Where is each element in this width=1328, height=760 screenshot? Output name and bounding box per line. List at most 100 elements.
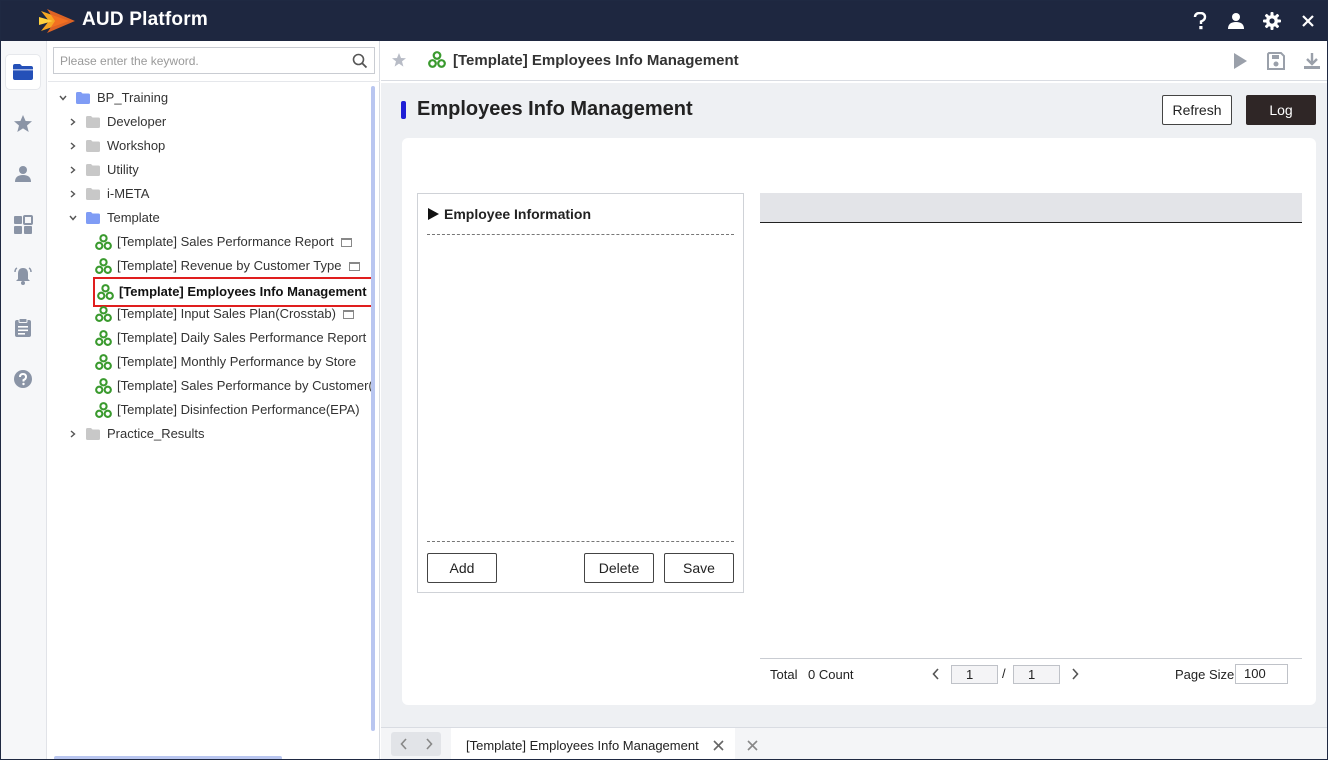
grid-header bbox=[760, 193, 1302, 223]
rail-dashboard-button[interactable] bbox=[6, 208, 40, 242]
tree-folder-workshop[interactable]: Workshop bbox=[68, 135, 165, 157]
tree-node-label: [Template] Disinfection Performance(EPA) bbox=[117, 402, 360, 417]
current-page-input[interactable]: 1 bbox=[951, 665, 998, 684]
chevron-right-icon[interactable] bbox=[68, 141, 78, 151]
tab-navigation bbox=[391, 732, 441, 756]
app-window: AUD Platform Please enter the keyword. B… bbox=[0, 0, 1328, 760]
tree-node-label: [Template] Revenue by Customer Type bbox=[117, 258, 342, 273]
close-icon[interactable] bbox=[1297, 10, 1319, 32]
content-header: [Template] Employees Info Management bbox=[381, 41, 1327, 81]
page-title: Employees Info Management bbox=[417, 98, 693, 120]
tree-folder-developer[interactable]: Developer bbox=[68, 111, 166, 133]
tree-node-label: [Template] Employees Info Management bbox=[119, 284, 367, 299]
tree-folder-utility[interactable]: Utility bbox=[68, 159, 139, 181]
triangle-right-icon bbox=[428, 208, 439, 220]
total-pages: 1 bbox=[1013, 665, 1060, 684]
chevron-right-icon[interactable] bbox=[68, 117, 78, 127]
search-box bbox=[53, 47, 375, 74]
top-icon-group bbox=[1189, 1, 1319, 41]
rail-tasks-button[interactable] bbox=[6, 311, 40, 345]
tree-folder-practice-results[interactable]: Practice_Results bbox=[68, 423, 205, 445]
tree-report-item[interactable]: [Template] Revenue by Customer Type bbox=[95, 255, 360, 277]
log-button[interactable]: Log bbox=[1246, 95, 1316, 125]
content-area: [Template] Employees Info Management Emp… bbox=[381, 41, 1327, 759]
vertical-scrollbar[interactable] bbox=[371, 86, 375, 731]
rail-user-button[interactable] bbox=[6, 157, 40, 191]
chevron-right-icon[interactable] bbox=[1067, 665, 1083, 683]
chevron-left-icon[interactable] bbox=[397, 737, 411, 751]
report-icon bbox=[95, 377, 112, 394]
rail-notifications-button[interactable] bbox=[6, 259, 40, 293]
folder-icon bbox=[86, 116, 100, 128]
bottom-tab-bar: [Template] Employees Info Management bbox=[381, 727, 1327, 759]
rail-folder-button[interactable] bbox=[6, 55, 40, 89]
total-count: 0 Count bbox=[808, 667, 854, 682]
rail-help-button[interactable] bbox=[6, 362, 40, 396]
tree-node-label: Template bbox=[107, 210, 160, 225]
download-icon[interactable] bbox=[1301, 50, 1323, 72]
divider bbox=[427, 541, 734, 542]
tree-report-item[interactable]: [Template] Disinfection Performance(EPA) bbox=[95, 399, 360, 421]
star-icon[interactable] bbox=[391, 52, 407, 68]
document-tab[interactable]: [Template] Employees Info Management bbox=[451, 728, 735, 759]
tree-report-item[interactable]: [Template] Daily Sales Performance Repor… bbox=[95, 327, 366, 349]
report-icon bbox=[95, 353, 112, 370]
tree-node-label: Developer bbox=[107, 114, 167, 129]
logo-icon bbox=[39, 9, 75, 33]
tree-folder-template[interactable]: Template bbox=[68, 207, 160, 229]
help-icon[interactable] bbox=[1189, 10, 1211, 32]
folder-icon bbox=[86, 428, 100, 440]
gear-icon[interactable] bbox=[1261, 10, 1283, 32]
refresh-button[interactable]: Refresh bbox=[1162, 95, 1232, 125]
explorer-divider bbox=[48, 81, 380, 82]
rail-favorites-button[interactable] bbox=[6, 107, 40, 141]
horizontal-scrollbar[interactable] bbox=[54, 756, 282, 759]
tree-folder-imeta[interactable]: i-META bbox=[68, 183, 149, 205]
chevron-down-icon[interactable] bbox=[68, 213, 78, 223]
chevron-down-icon[interactable] bbox=[58, 93, 68, 103]
report-tab-title: [Template] Employees Info Management bbox=[453, 52, 739, 69]
tree-node-label: [Template] Sales Performance Report bbox=[117, 234, 334, 249]
close-icon[interactable] bbox=[711, 738, 725, 752]
save-icon[interactable] bbox=[1265, 50, 1287, 72]
tree-node-label: i-META bbox=[107, 186, 150, 201]
title-accent-bar bbox=[401, 101, 406, 119]
tree-report-item[interactable]: [Template] Input Sales Plan(Crosstab) bbox=[95, 303, 354, 325]
tree-report-item[interactable]: [Template] Sales Performance Report bbox=[95, 231, 352, 253]
left-rail bbox=[1, 41, 47, 759]
play-icon[interactable] bbox=[1229, 50, 1251, 72]
user-icon[interactable] bbox=[1225, 10, 1247, 32]
folder-icon bbox=[86, 164, 100, 176]
chevron-right-icon[interactable] bbox=[68, 429, 78, 439]
save-button[interactable]: Save bbox=[664, 553, 734, 583]
app-title: AUD Platform bbox=[82, 9, 208, 30]
search-icon[interactable] bbox=[352, 53, 368, 69]
report-icon bbox=[428, 51, 446, 68]
chevron-right-icon[interactable] bbox=[68, 189, 78, 199]
clipboard-icon bbox=[15, 318, 31, 337]
add-button[interactable]: Add bbox=[427, 553, 497, 583]
tree-node-label: [Template] Sales Performance by Customer… bbox=[117, 378, 373, 393]
folder-icon bbox=[86, 140, 100, 152]
chevron-right-icon[interactable] bbox=[422, 737, 436, 751]
tree-node-label: Practice_Results bbox=[107, 426, 205, 441]
report-icon bbox=[95, 305, 112, 322]
folder-icon bbox=[13, 64, 33, 80]
delete-button[interactable]: Delete bbox=[584, 553, 654, 583]
tree-folder-root[interactable]: BP_Training bbox=[58, 87, 168, 109]
tree-report-item-selected[interactable]: [Template] Employees Info Management bbox=[93, 277, 375, 307]
tree-report-item[interactable]: [Template] Monthly Performance by Store bbox=[95, 351, 356, 373]
page-size-input[interactable]: 100 bbox=[1235, 664, 1288, 684]
search-input[interactable] bbox=[54, 48, 344, 73]
chevron-right-icon[interactable] bbox=[68, 165, 78, 175]
close-all-icon[interactable] bbox=[745, 738, 759, 752]
tree-report-item[interactable]: [Template] Sales Performance by Customer… bbox=[95, 375, 373, 397]
chevron-left-icon[interactable] bbox=[928, 665, 944, 683]
report-icon bbox=[95, 329, 112, 346]
folder-icon bbox=[76, 92, 90, 104]
employee-info-label: Employee Information bbox=[444, 206, 592, 222]
employee-info-heading[interactable]: Employee Information bbox=[428, 206, 591, 222]
folder-icon bbox=[86, 188, 100, 200]
tree-node-label: [Template] Monthly Performance by Store bbox=[117, 354, 357, 369]
window-icon bbox=[348, 261, 360, 271]
